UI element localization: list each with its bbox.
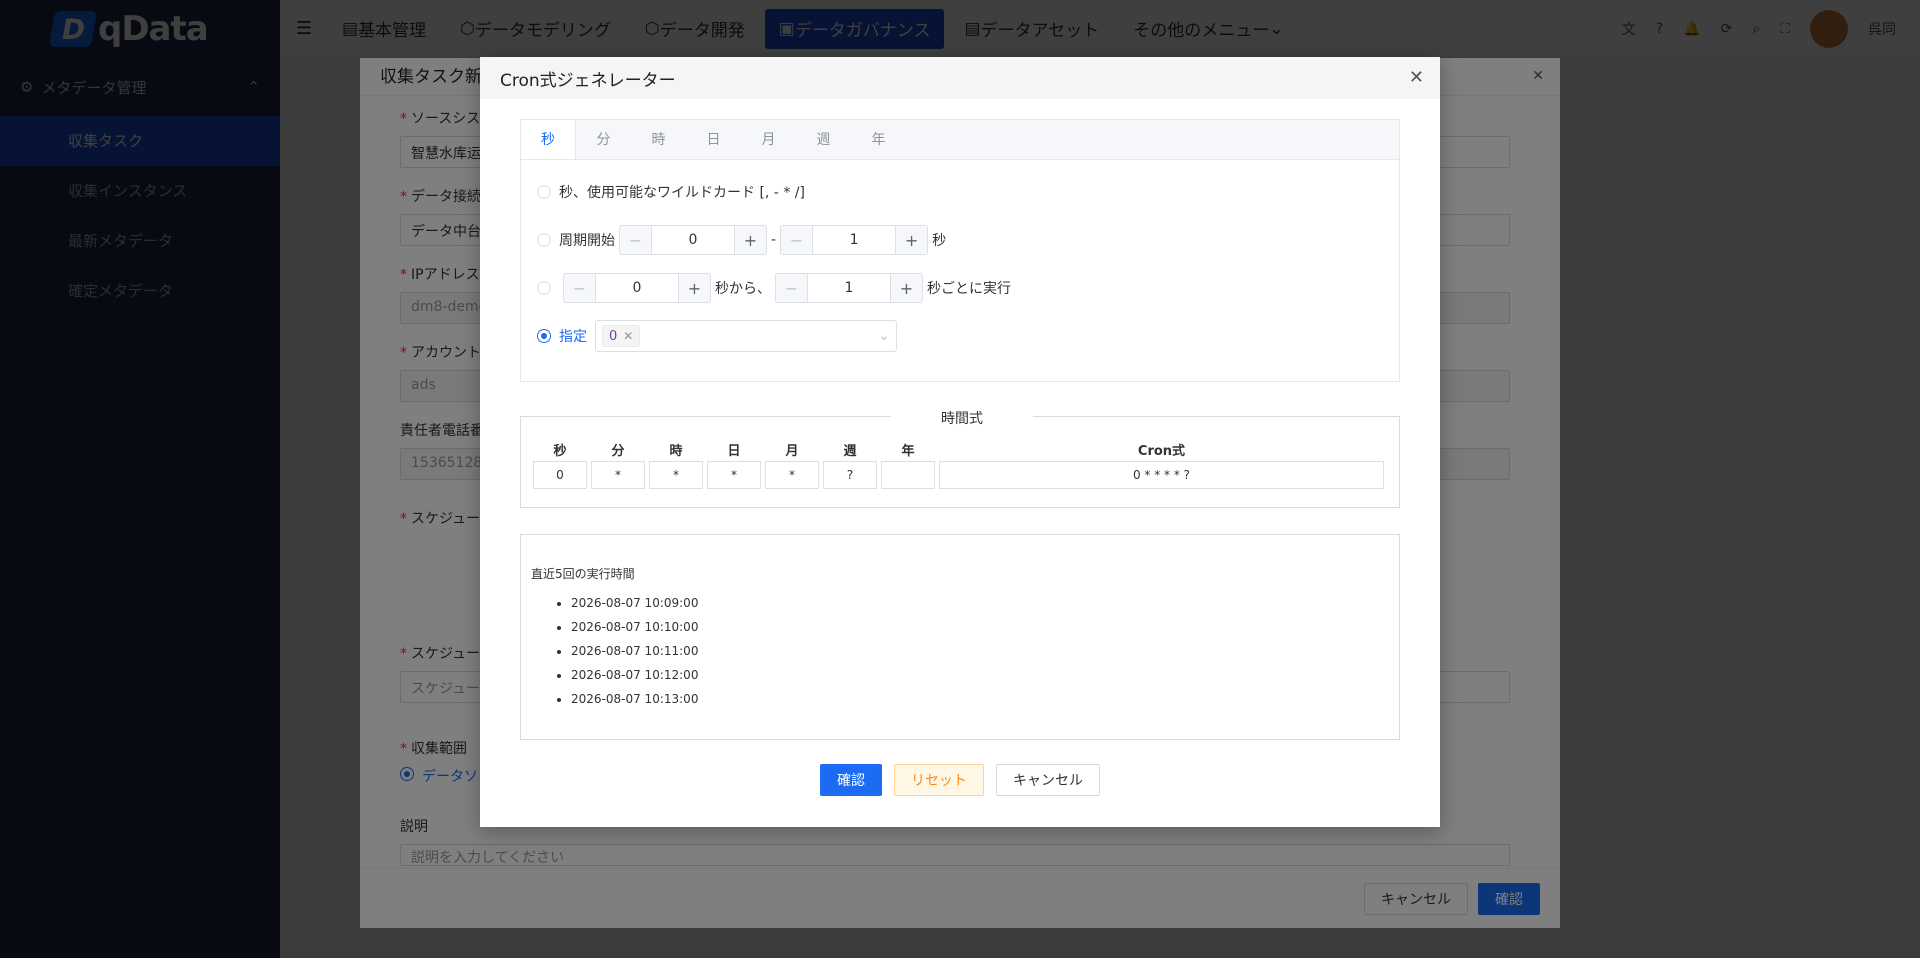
minus-icon[interactable]: − (776, 274, 808, 302)
interval-mid-label: 秒から、 (715, 281, 771, 297)
interval-suffix-label: 秒ごとに実行 (927, 281, 1011, 297)
plus-icon[interactable]: + (678, 274, 710, 302)
header-hour: 時 (669, 443, 683, 459)
list-item: 2026-08-07 10:13:00 (571, 692, 1389, 716)
header-month: 月 (785, 443, 799, 459)
modal-header: Cron式ジェネレーター ✕ (480, 57, 1440, 99)
recent-runs-title: 直近5回の実行時間 (531, 567, 635, 581)
option-wildcard[interactable]: 秒、使用可能なワイルドカード [, - * /] (521, 168, 1399, 216)
cycle-to-stepper[interactable]: −1 + (780, 225, 929, 255)
interval-start-stepper[interactable]: −0 + (563, 273, 711, 303)
list-item: 2026-08-07 10:12:00 (571, 668, 1389, 692)
cron-tabs: 秒 分 時 日 月 週 年 秒、使用可能なワイルドカード [, - * /] 周… (520, 119, 1400, 382)
radio-icon (537, 233, 551, 247)
cycle-from-stepper[interactable]: −0 + (619, 225, 767, 255)
selected-tag: 0 ✕ (602, 325, 641, 347)
recent-runs-list: 2026-08-07 10:09:00 2026-08-07 10:10:00 … (531, 596, 1389, 716)
tab-second[interactable]: 秒 (521, 120, 576, 159)
chevron-down-icon: ⌄ (878, 328, 890, 344)
tag-close-icon[interactable]: ✕ (623, 329, 633, 343)
modal-footer: 確認 リセット キャンセル (520, 764, 1400, 796)
cron-table: 秒 分 時 日 月 週 年 Cron式 0 * * * * ? 0 * * * … (533, 437, 1388, 489)
radio-icon (537, 281, 551, 295)
recent-runs-panel: 直近5回の実行時間 2026-08-07 10:09:00 2026-08-07… (520, 534, 1400, 740)
value-year (881, 461, 935, 489)
confirm-button[interactable]: 確認 (820, 764, 882, 796)
option-cycle[interactable]: 周期開始 −0 + - −1 + 秒 (521, 216, 1399, 264)
cron-generator-modal: Cron式ジェネレーター ✕ 秒 分 時 日 月 週 年 秒、使用可能なワイルド… (480, 57, 1440, 827)
header-year: 年 (901, 443, 915, 459)
time-expression-legend: 時間式 (891, 408, 1033, 428)
plus-icon[interactable]: + (895, 226, 928, 254)
header-second: 秒 (553, 443, 567, 459)
header-minute: 分 (611, 443, 625, 459)
modal-title: Cron式ジェネレーター (500, 70, 676, 91)
cycle-from-value[interactable]: 0 (652, 226, 734, 254)
tag-label: 0 (609, 328, 618, 344)
interval-step-stepper[interactable]: −1 + (775, 273, 923, 303)
specify-label: 指定 (559, 329, 587, 345)
range-dash: - (771, 232, 777, 248)
minus-icon[interactable]: − (564, 274, 596, 302)
interval-step-value[interactable]: 1 (808, 274, 890, 302)
cycle-label: 周期開始 (559, 233, 615, 249)
value-minute: * (591, 461, 645, 489)
list-item: 2026-08-07 10:11:00 (571, 644, 1389, 668)
cron-table-header: 秒 分 時 日 月 週 年 Cron式 (533, 437, 1388, 461)
modal-body: 秒 分 時 日 月 週 年 秒、使用可能なワイルドカード [, - * /] 周… (480, 99, 1440, 816)
specify-select[interactable]: 0 ✕ ⌄ (595, 320, 897, 352)
time-expression-panel: 時間式 秒 分 時 日 月 週 年 Cron式 0 * * * * ? 0 * … (520, 408, 1400, 508)
cycle-unit: 秒 (932, 233, 947, 249)
value-day: * (707, 461, 761, 489)
option-interval[interactable]: −0 + 秒から、 −1 + 秒ごとに実行 (521, 264, 1399, 312)
cycle-to-value[interactable]: 1 (813, 226, 895, 254)
radio-icon (537, 329, 551, 343)
minus-icon[interactable]: − (781, 226, 814, 254)
radio-icon (537, 185, 551, 199)
tab-header: 秒 分 時 日 月 週 年 (521, 120, 1399, 160)
list-item: 2026-08-07 10:10:00 (571, 620, 1389, 644)
tab-minute[interactable]: 分 (576, 120, 631, 159)
cron-table-row: 0 * * * * ? 0 * * * * ? (533, 461, 1388, 489)
plus-icon[interactable]: + (890, 274, 922, 302)
value-month: * (765, 461, 819, 489)
minus-icon[interactable]: − (620, 226, 652, 254)
value-week: ? (823, 461, 877, 489)
value-hour: * (649, 461, 703, 489)
tab-hour[interactable]: 時 (631, 120, 686, 159)
tab-week[interactable]: 週 (796, 120, 851, 159)
value-second: 0 (533, 461, 587, 489)
header-day: 日 (727, 443, 741, 459)
plus-icon[interactable]: + (734, 226, 766, 254)
cancel-button[interactable]: キャンセル (996, 764, 1100, 796)
close-icon[interactable]: ✕ (1409, 67, 1424, 88)
list-item: 2026-08-07 10:09:00 (571, 596, 1389, 620)
value-cron: 0 * * * * ? (939, 461, 1384, 489)
header-cron: Cron式 (1137, 443, 1186, 459)
option-specify[interactable]: 指定 0 ✕ ⌄ (521, 312, 1399, 360)
tab-day[interactable]: 日 (686, 120, 741, 159)
wildcard-label: 秒、使用可能なワイルドカード [, - * /] (559, 185, 805, 201)
interval-start-value[interactable]: 0 (596, 274, 678, 302)
header-week: 週 (843, 443, 857, 459)
tab-year[interactable]: 年 (851, 120, 906, 159)
reset-button[interactable]: リセット (894, 764, 984, 796)
tab-month[interactable]: 月 (741, 120, 796, 159)
